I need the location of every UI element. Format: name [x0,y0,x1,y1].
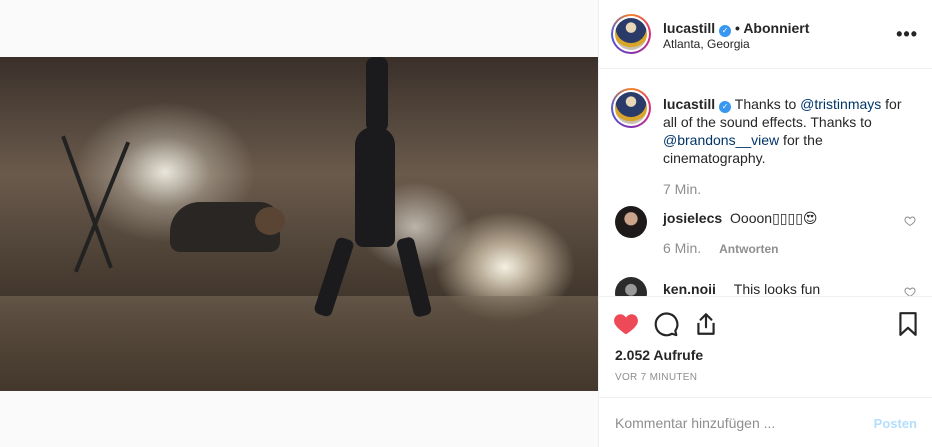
commenter-username[interactable]: josielecs [663,210,722,226]
author-line: lucastill ✓ • Abonniert [663,20,809,37]
video-tripod-leg [73,141,131,273]
commenter-avatar[interactable] [615,206,647,238]
reply-button[interactable]: Antworten [719,242,778,256]
caption-verified-badge-icon: ✓ [719,101,732,113]
author-avatar-image [615,18,647,50]
post-actions: 2.052 Aufrufe VOR 7 MINUTEN [599,296,932,396]
comment-meta: 6 Min. Antworten [663,240,778,256]
post-sidebar: lucastill ✓ • Abonniert Atlanta, Georgia … [598,0,932,447]
comments-list[interactable]: lucastill ✓ Thanks to @tristinmays for al… [599,70,932,296]
comment-icon[interactable] [653,311,679,337]
verified-badge-icon: ✓ [719,25,732,37]
author-username[interactable]: lucastill [663,20,715,36]
comment-row: ken.noii This looks fun [615,277,920,296]
view-count[interactable]: 2.052 Aufrufe [615,347,703,363]
caption-avatar-image [615,92,647,124]
comment-time[interactable]: 6 Min. [663,240,701,256]
video-figure-standing [355,127,395,247]
add-comment-input[interactable] [615,415,855,431]
post-video[interactable] [0,57,598,391]
comment-body: Oooon▯▯▯▯😍 [730,210,818,226]
comment-text: ken.noii This looks fun [663,281,820,296]
media-area [0,0,598,447]
commenter-avatar[interactable] [615,277,647,296]
comment-like-icon[interactable] [904,286,916,296]
commenter-username[interactable]: ken.noii [663,281,716,296]
more-options-icon[interactable]: ••• [896,24,918,45]
caption-mention-tristinmays[interactable]: @tristinmays [800,96,881,112]
comment-body: This looks fun [733,281,821,296]
add-comment-bar: Posten [599,397,932,447]
video-figure-arms [366,57,388,132]
post-header: lucastill ✓ • Abonniert Atlanta, Georgia … [599,0,932,69]
share-icon[interactable] [693,311,719,337]
caption-text: lucastill ✓ Thanks to @tristinmays for al… [663,95,918,167]
caption-part1: Thanks to [734,96,801,112]
video-floor-debris [0,296,598,391]
save-bookmark-icon[interactable] [895,311,921,337]
caption-username[interactable]: lucastill [663,96,715,112]
caption-avatar[interactable] [611,88,651,128]
posted-time[interactable]: VOR 7 MINUTEN [615,372,697,383]
author-avatar[interactable] [611,14,651,54]
caption-time[interactable]: 7 Min. [663,181,701,197]
post-comment-button[interactable]: Posten [874,416,917,431]
comment-row: josielecs Oooon▯▯▯▯😍 6 Min. Antworten [615,206,920,266]
video-figure-crouch-head [255,207,285,235]
caption-mention-brandons-view[interactable]: @brandons__view [663,132,779,148]
post-location[interactable]: Atlanta, Georgia [663,37,750,51]
follow-status-button[interactable]: Abonniert [743,20,809,36]
comment-text: josielecs Oooon▯▯▯▯😍 [663,210,818,227]
comment-like-icon[interactable] [904,215,916,227]
like-heart-icon[interactable] [613,311,639,337]
